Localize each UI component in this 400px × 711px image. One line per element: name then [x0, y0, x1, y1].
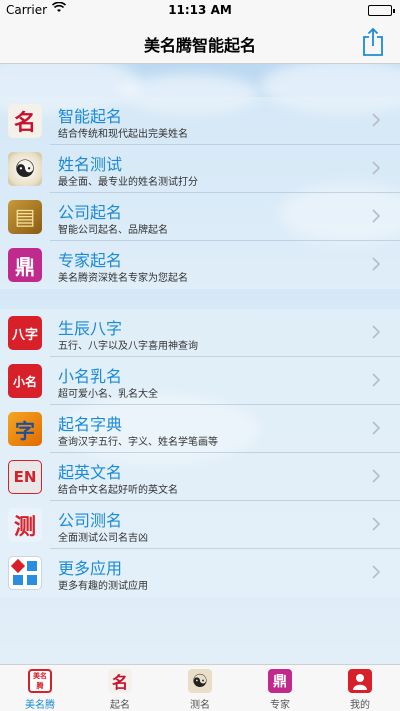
tab-name-test[interactable]: ☯ 测名 [160, 665, 240, 711]
nickname-icon: 小名 [8, 364, 42, 398]
list-item-smart-naming[interactable]: 名 智能起名 结合传统和现代起出完美姓名 [0, 97, 400, 145]
list-item-dictionary[interactable]: 字 起名字典 查询汉字五行、字义、姓名学笔画等 [0, 405, 400, 453]
yin-yang-icon: ☯ [8, 152, 42, 186]
list-item-subtitle: 全面测试公司名吉凶 [58, 533, 148, 544]
list-item-subtitle: 最全面、最专业的姓名测试打分 [58, 177, 198, 188]
list-item-subtitle: 结合传统和现代起出完美姓名 [58, 129, 188, 140]
expert-tab-icon: 鼎 [268, 669, 292, 693]
chevron-right-icon [372, 565, 380, 579]
main-content[interactable]: 名 智能起名 结合传统和现代起出完美姓名 ☯ 姓名测试 最全面、最专业的姓名测试… [0, 64, 400, 664]
profile-tab-icon [348, 669, 372, 693]
expert-seal-icon: 鼎 [8, 248, 42, 282]
chevron-right-icon [372, 325, 380, 339]
list-item-title: 姓名测试 [58, 155, 123, 174]
brand-logo-icon: 美名腾 [28, 669, 52, 693]
page-title: 美名腾智能起名 [143, 36, 256, 55]
tab-label: 起名 [110, 700, 130, 711]
tab-expert[interactable]: 鼎 专家 [240, 665, 320, 711]
list-item-company-test[interactable]: 测 公司测名 全面测试公司名吉凶 [0, 501, 400, 549]
tab-label: 美名腾 [25, 700, 55, 711]
tab-bar: 美名腾 美名腾 名 起名 ☯ 测名 鼎 专家 我的 [0, 664, 400, 711]
navigation-bar: 美名腾智能起名 [0, 20, 400, 64]
company-plaque-icon: ▤ [8, 200, 42, 234]
list-item-bazi[interactable]: 八字 生辰八字 五行、八字以及八字喜用神查询 [0, 309, 400, 357]
chevron-right-icon [372, 113, 380, 127]
list-item-more-apps[interactable]: 更多应用 更多有趣的测试应用 [0, 549, 400, 597]
list-item-subtitle: 更多有趣的测试应用 [58, 581, 148, 592]
share-icon [363, 27, 383, 56]
chevron-right-icon [372, 469, 380, 483]
tab-profile[interactable]: 我的 [320, 665, 400, 711]
list-item-subtitle: 结合中文名起好听的英文名 [58, 485, 178, 496]
status-bar: Carrier 11:13 AM [0, 0, 400, 20]
list-item-title: 专家起名 [58, 251, 123, 270]
list-item-title: 起名字典 [58, 415, 123, 434]
status-time: 11:13 AM [168, 3, 232, 17]
company-test-icon: 测 [8, 508, 42, 542]
chevron-right-icon [372, 161, 380, 175]
list-item-subtitle: 智能公司起名、品牌起名 [58, 225, 168, 236]
list-item-title: 公司测名 [58, 511, 123, 530]
tab-label: 专家 [270, 700, 290, 711]
list-item-name-test[interactable]: ☯ 姓名测试 最全面、最专业的姓名测试打分 [0, 145, 400, 193]
feature-group-secondary: 八字 生辰八字 五行、八字以及八字喜用神查询 小名 小名乳名 超可爱小名、乳名大… [0, 309, 400, 597]
tab-label: 我的 [350, 700, 370, 711]
list-item-subtitle: 美名腾资深姓名专家为您起名 [58, 273, 188, 284]
bazi-icon: 八字 [8, 316, 42, 350]
list-item-nickname[interactable]: 小名 小名乳名 超可爱小名、乳名大全 [0, 357, 400, 405]
list-item-title: 起英文名 [58, 463, 123, 482]
chevron-right-icon [372, 209, 380, 223]
list-item-title: 智能起名 [58, 107, 123, 126]
battery-icon [368, 5, 395, 16]
tab-naming[interactable]: 名 起名 [80, 665, 160, 711]
feature-group-primary: 名 智能起名 结合传统和现代起出完美姓名 ☯ 姓名测试 最全面、最专业的姓名测试… [0, 97, 400, 289]
share-button[interactable] [360, 27, 386, 57]
more-apps-icon [8, 556, 42, 590]
tab-home[interactable]: 美名腾 美名腾 [0, 665, 80, 711]
chevron-right-icon [372, 373, 380, 387]
dictionary-icon: 字 [8, 412, 42, 446]
list-item-title: 公司起名 [58, 203, 123, 222]
chevron-right-icon [372, 421, 380, 435]
list-item-english-name[interactable]: EN 起英文名 结合中文名起好听的英文名 [0, 453, 400, 501]
naming-tab-icon: 名 [108, 669, 132, 693]
list-item-subtitle: 超可爱小名、乳名大全 [58, 389, 158, 400]
list-item-title: 生辰八字 [58, 319, 123, 338]
list-item-subtitle: 五行、八字以及八字喜用神查询 [58, 341, 198, 352]
calligraphy-name-icon: 名 [8, 104, 42, 138]
english-name-icon: EN [8, 460, 42, 494]
list-item-title: 小名乳名 [58, 367, 123, 386]
chevron-right-icon [372, 517, 380, 531]
list-item-subtitle: 查询汉字五行、字义、姓名学笔画等 [58, 437, 218, 448]
list-item-expert-naming[interactable]: 鼎 专家起名 美名腾资深姓名专家为您起名 [0, 241, 400, 289]
chevron-right-icon [372, 257, 380, 271]
tab-label: 测名 [190, 700, 210, 711]
test-tab-icon: ☯ [188, 669, 212, 693]
list-item-company-naming[interactable]: ▤ 公司起名 智能公司起名、品牌起名 [0, 193, 400, 241]
list-item-title: 更多应用 [58, 559, 123, 578]
